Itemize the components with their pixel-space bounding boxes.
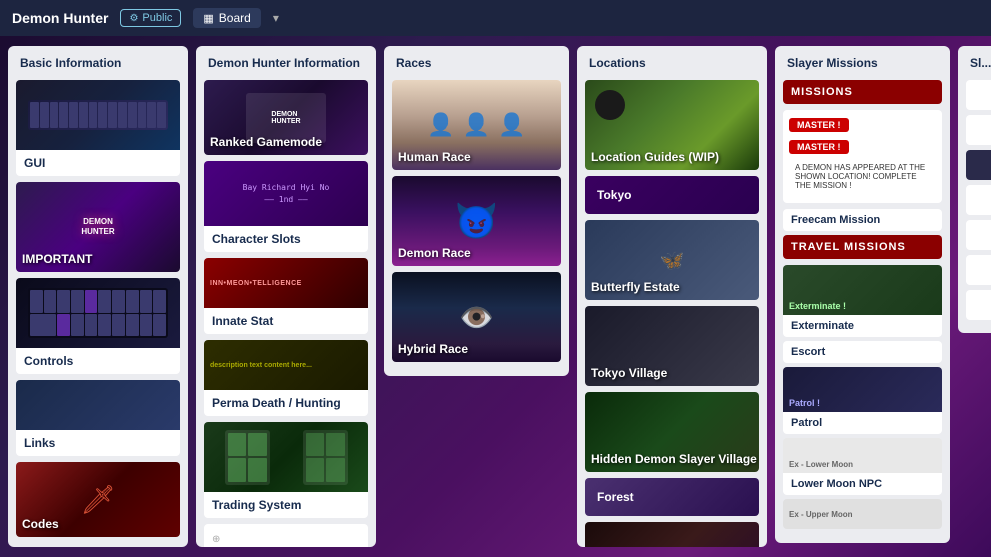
card-hybrid-race[interactable]: 👁️ Hybrid Race — [392, 272, 561, 362]
lower-moon-banner-text: Ex - Lower Moon — [789, 460, 853, 469]
card-butterfly-estate[interactable]: 🦋 Butterfly Estate — [585, 220, 759, 300]
app-title: Demon Hunter — [12, 10, 108, 26]
card-gui[interactable]: GUI — [16, 80, 180, 176]
card-upper-moon-banner: Ex - Upper Moon — [783, 499, 942, 529]
card-location-guide[interactable]: Location Guides (WIP) — [585, 80, 759, 170]
upper-moon-banner-text: Ex - Upper Moon — [789, 510, 853, 519]
card-perma-death[interactable]: description text content here... Perma D… — [204, 340, 368, 416]
column-races: Races 👤 👤 👤 Human Race 😈 Demon Race — [384, 46, 569, 376]
card-tokyo-village-label: Tokyo Village — [591, 366, 667, 380]
card-patrol-banner: Patrol ! — [783, 367, 942, 412]
card-exterminate[interactable]: Exterminate — [783, 315, 942, 337]
public-icon: ⚙ — [129, 13, 138, 24]
card-extra[interactable]: ⊕ — [204, 524, 368, 547]
card-controls[interactable]: Controls — [16, 278, 180, 374]
column-demon-hunter-info: Demon Hunter Information DEMONHUNTER Ran… — [196, 46, 376, 547]
missions-header-text: MISSIONS — [791, 86, 934, 98]
column-title-locations: Locations — [585, 54, 759, 72]
card-important[interactable]: DEMONHUNTER IMPORTANT — [16, 182, 180, 272]
board-icon: ▦ — [203, 12, 213, 25]
master-badge-1: MASTER ! — [789, 118, 849, 132]
card-tokyo[interactable]: Tokyo — [585, 176, 759, 214]
card-final-selection[interactable]: Final Selection — [585, 522, 759, 547]
card-demon-race-label: Demon Race — [398, 246, 471, 260]
card-hybrid-race-label: Hybrid Race — [398, 342, 468, 356]
card-tokyo-village[interactable]: Tokyo Village — [585, 306, 759, 386]
column-title-slayer-missions: Slayer Missions — [783, 54, 942, 72]
card-location-guide-label: Location Guides (WIP) — [591, 150, 719, 164]
card-tokyo-label: Tokyo — [597, 188, 631, 202]
partial-card-4 — [966, 185, 991, 215]
card-ranked-label: Ranked Gamemode — [210, 135, 322, 149]
column-title-demon-hunter: Demon Hunter Information — [204, 54, 368, 72]
partial-card-7 — [966, 290, 991, 320]
board-tab[interactable]: ▦ Board — [193, 8, 260, 28]
partial-card-2 — [966, 115, 991, 145]
travel-missions-text: TRAVEL MISSIONS — [791, 241, 934, 253]
column-title-basic-info: Basic Information — [16, 54, 180, 72]
card-exterminate-banner: Exterminate ! — [783, 265, 942, 315]
card-innate-stat-label: Innate Stat — [204, 308, 368, 334]
card-innate-stat[interactable]: INN•MEON•TELLIGENCE Innate Stat — [204, 258, 368, 334]
partial-card-6 — [966, 255, 991, 285]
partial-card-1 — [966, 80, 991, 110]
topbar: Demon Hunter ⚙ Public ▦ Board ▾ — [0, 0, 991, 36]
card-trading-system[interactable]: Trading System — [204, 422, 368, 518]
card-demon-race[interactable]: 😈 Demon Race — [392, 176, 561, 266]
column-basic-info: Basic Information GUI DEMONHUNTER — [8, 46, 188, 547]
board-label: Board — [219, 11, 251, 25]
card-hidden-demon-label: Hidden Demon Slayer Village — [591, 452, 757, 466]
card-human-race-label: Human Race — [398, 150, 471, 164]
card-codes-label: Codes — [22, 517, 59, 531]
board: Basic Information GUI DEMONHUNTER — [0, 36, 991, 557]
card-gui-label: GUI — [16, 150, 180, 176]
patrol-banner-text: Patrol ! — [789, 398, 820, 408]
column-partial: Sl... — [958, 46, 991, 333]
card-forest[interactable]: Forest — [585, 478, 759, 516]
card-perma-death-label: Perma Death / Hunting — [204, 390, 368, 416]
card-controls-label: Controls — [16, 348, 180, 374]
card-freecam[interactable]: Freecam Mission — [783, 209, 942, 231]
card-char-slots-label: Character Slots — [204, 226, 368, 252]
card-master-mission[interactable]: MASTER ! MASTER ! A DEMON HAS APPEARED A… — [783, 110, 942, 203]
column-locations: Locations Location Guides (WIP) Tokyo 🦋 — [577, 46, 767, 547]
public-badge[interactable]: ⚙ Public — [120, 9, 181, 27]
card-forest-label: Forest — [597, 490, 634, 504]
card-lower-moon[interactable]: Lower Moon NPC — [783, 473, 942, 495]
missions-header: MISSIONS — [783, 80, 942, 104]
card-butterfly-label: Butterfly Estate — [591, 280, 680, 294]
card-human-race[interactable]: 👤 👤 👤 Human Race — [392, 80, 561, 170]
card-lower-moon-banner: Ex - Lower Moon — [783, 438, 942, 473]
column-title-races: Races — [392, 54, 561, 72]
partial-card-5 — [966, 220, 991, 250]
master-badge-2: MASTER ! — [789, 140, 849, 154]
card-ranked-gamemode[interactable]: DEMONHUNTER Ranked Gamemode — [204, 80, 368, 155]
card-hidden-demon[interactable]: Hidden Demon Slayer Village — [585, 392, 759, 472]
card-links[interactable]: Links — [16, 380, 180, 456]
column-slayer-missions: Slayer Missions MISSIONS MASTER ! MASTER… — [775, 46, 950, 543]
chevron-down-icon[interactable]: ▾ — [273, 11, 279, 25]
demon-appeared-desc: A DEMON HAS APPEARED AT THE SHOWN LOCATI… — [789, 159, 936, 194]
card-important-label: IMPORTANT — [22, 252, 92, 266]
card-escort[interactable]: Escort — [783, 341, 942, 363]
card-patrol[interactable]: Patrol — [783, 412, 942, 434]
card-links-label: Links — [16, 430, 180, 456]
travel-missions-header: TRAVEL MISSIONS — [783, 235, 942, 259]
column-title-partial: Sl... — [966, 54, 991, 72]
public-label: Public — [142, 12, 172, 24]
partial-card-3 — [966, 150, 991, 180]
card-codes[interactable]: 🗡 Codes — [16, 462, 180, 537]
exterminate-banner-text: Exterminate ! — [789, 301, 846, 311]
card-trading-label: Trading System — [204, 492, 368, 518]
card-char-slots[interactable]: Bay Richard Hyi No—— 1nd —— Character Sl… — [204, 161, 368, 252]
